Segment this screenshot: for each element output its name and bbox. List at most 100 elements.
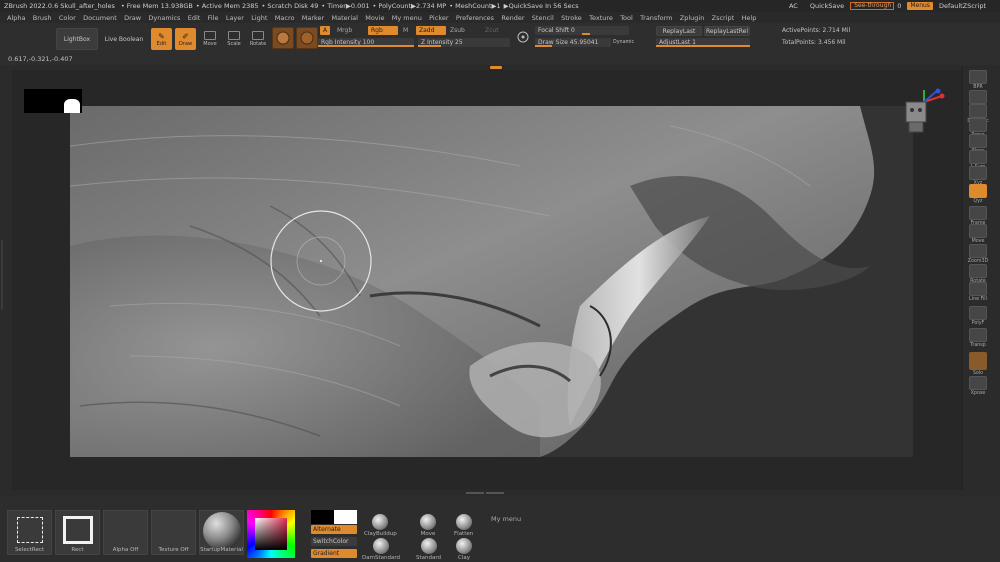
alternate-button[interactable]: Alternate xyxy=(311,525,357,534)
move-button[interactable]: Move xyxy=(200,29,220,49)
orientation-gizmo-icon[interactable] xyxy=(898,88,946,136)
menu-alpha[interactable]: Alpha xyxy=(7,14,25,22)
menu-material[interactable]: Material xyxy=(332,14,358,22)
edit-button[interactable]: ✎ Edit xyxy=(151,28,172,50)
polyf-icon xyxy=(969,306,987,320)
focal-shift-slider[interactable]: Focal Shift 0 xyxy=(535,26,629,35)
bottom-shelf-grab-handle[interactable] xyxy=(455,490,515,495)
zsub-toggle[interactable]: Zsub xyxy=(447,26,468,35)
menu-file[interactable]: File xyxy=(208,14,219,22)
menu-marker[interactable]: Marker xyxy=(302,14,324,22)
righttray-rotate-button[interactable]: Rotate xyxy=(966,264,990,284)
live-boolean-button[interactable]: Live Boolean xyxy=(102,32,146,46)
menu-stencil[interactable]: Stencil xyxy=(532,14,554,22)
righttray-frame-button[interactable]: Frame xyxy=(966,206,990,226)
move-icon xyxy=(204,31,216,40)
material-slot[interactable]: StartupMaterial xyxy=(199,510,244,555)
righttray-solo-button[interactable]: Solo xyxy=(966,352,990,376)
menu-tool[interactable]: Tool xyxy=(620,14,633,22)
material-swatch[interactable] xyxy=(272,27,294,49)
menu-my-menu[interactable]: My menu xyxy=(392,14,422,22)
gradient-button[interactable]: Gradient xyxy=(311,549,357,558)
menu-draw[interactable]: Draw xyxy=(124,14,141,22)
righttray-zoom3d-button[interactable]: Zoom3D xyxy=(966,244,990,264)
secondary-color-swatch[interactable] xyxy=(334,510,357,524)
brush-clay[interactable]: Clay xyxy=(456,538,472,561)
replay-last-button[interactable]: ReplayLast xyxy=(656,26,702,36)
menu-light[interactable]: Light xyxy=(251,14,267,22)
mrgb-toggle[interactable]: Mrgb xyxy=(334,26,355,35)
alpha-slot[interactable]: Alpha Off xyxy=(103,510,148,555)
default-zscript-button[interactable]: DefaultZScript xyxy=(939,2,986,10)
claybuildup-icon xyxy=(372,514,389,530)
menu-help[interactable]: Help xyxy=(742,14,757,22)
rotate-button[interactable]: Rotate xyxy=(248,29,268,49)
righttray-polyf-button[interactable]: PolyF xyxy=(966,306,990,326)
brush-settings-icon[interactable] xyxy=(516,30,530,44)
standard-brush-icon xyxy=(420,538,437,554)
color-picker-square[interactable] xyxy=(255,518,287,550)
select-rect-slot[interactable]: SelectRect xyxy=(7,510,52,555)
material-preview-icon xyxy=(203,512,241,550)
menu-color[interactable]: Color xyxy=(59,14,76,22)
brush-label: Standard xyxy=(416,555,442,561)
rgb-toggle[interactable]: Rgb xyxy=(368,26,398,35)
menu-texture[interactable]: Texture xyxy=(589,14,613,22)
brush-standard[interactable]: Standard xyxy=(416,538,441,561)
navigation-thumbnail[interactable] xyxy=(24,89,82,113)
brush-move[interactable]: Move xyxy=(420,514,436,537)
adjust-last-slider[interactable]: AdjustLast 1 xyxy=(656,38,750,47)
menu-render[interactable]: Render xyxy=(501,14,524,22)
menu-dynamics[interactable]: Dynamics xyxy=(148,14,180,22)
main-color-swatch[interactable] xyxy=(311,510,334,524)
righttray-linefill-button[interactable]: Line Fill xyxy=(966,282,990,302)
menu-zplugin[interactable]: Zplugin xyxy=(680,14,705,22)
texture-slot[interactable]: Texture Off xyxy=(151,510,196,555)
rgb-intensity-slider[interactable]: Rgb Intensity 100 xyxy=(318,38,414,47)
zadd-toggle[interactable]: Zadd xyxy=(416,26,446,35)
zcut-toggle[interactable]: Zcut xyxy=(482,26,502,35)
menus-button[interactable]: Menus xyxy=(907,2,933,10)
righttray-bpr-button[interactable]: BPR xyxy=(966,70,990,90)
brush-flatten[interactable]: Flatten xyxy=(454,514,473,537)
brush-claybuildup[interactable]: ClayBuildup xyxy=(364,514,397,537)
draw-button[interactable]: ✐ Draw xyxy=(175,28,196,50)
texture-label: Texture Off xyxy=(158,547,189,553)
m-toggle[interactable]: M xyxy=(400,26,411,35)
left-tray-edge[interactable] xyxy=(0,240,4,310)
sculpt-viewport[interactable] xyxy=(70,106,913,457)
righttray-xpose-button[interactable]: Xpose xyxy=(966,376,990,396)
a-toggle[interactable]: A xyxy=(320,26,331,35)
menu-movie[interactable]: Movie xyxy=(365,14,384,22)
righttray-move-button[interactable]: Move xyxy=(966,224,990,244)
righttray-transp-button[interactable]: Transp xyxy=(966,328,990,348)
draw-size-slider[interactable]: Draw Size 45.95041 xyxy=(535,38,611,47)
menu-brush[interactable]: Brush xyxy=(33,14,52,22)
replay-last-rel-button[interactable]: ReplayLastRel xyxy=(704,26,750,36)
righttray-xyz-button[interactable]: Qyz xyxy=(966,184,990,204)
menu-edit[interactable]: Edit xyxy=(188,14,201,22)
rect-slot[interactable]: Rect xyxy=(55,510,100,555)
quicksave-button[interactable]: QuickSave xyxy=(810,2,844,10)
menu-document[interactable]: Document xyxy=(83,14,117,22)
dynamic-toggle[interactable]: Dynamic xyxy=(613,40,634,45)
texture-swatch[interactable] xyxy=(296,27,318,49)
menu-stroke[interactable]: Stroke xyxy=(561,14,582,22)
brush-damstandard[interactable]: DamStandard xyxy=(362,538,400,561)
switch-color-button[interactable]: SwitchColor xyxy=(311,537,357,546)
lightbox-button[interactable]: LightBox xyxy=(56,28,98,50)
menu-layer[interactable]: Layer xyxy=(226,14,244,22)
top-shelf-grab-handle[interactable] xyxy=(490,66,502,69)
righttray-label: Xpose xyxy=(970,391,986,396)
menu-macro[interactable]: Macro xyxy=(275,14,295,22)
menu-zscript[interactable]: Zscript xyxy=(712,14,735,22)
spix-icon xyxy=(969,90,987,104)
z-intensity-slider[interactable]: Z Intensity 25 xyxy=(418,38,510,47)
righttray-lsym-button[interactable]: Xyz xyxy=(966,166,990,186)
see-through-slider[interactable]: See-through 0 xyxy=(850,2,901,10)
menu-preferences[interactable]: Preferences xyxy=(456,14,494,22)
color-picker[interactable] xyxy=(247,510,295,558)
menu-picker[interactable]: Picker xyxy=(429,14,448,22)
menu-transform[interactable]: Transform xyxy=(640,14,672,22)
scale-button[interactable]: Scale xyxy=(224,29,244,49)
